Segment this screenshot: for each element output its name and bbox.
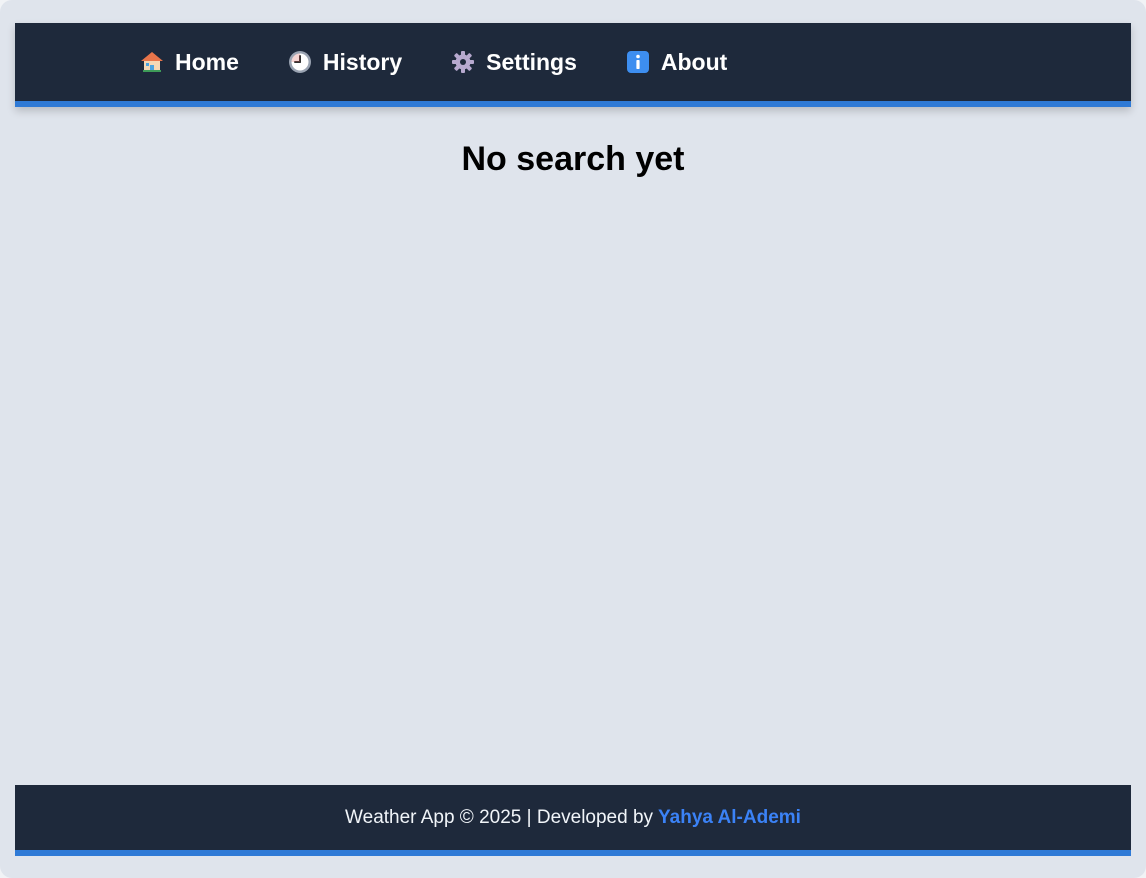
page-title: No search yet [461, 140, 685, 178]
nav-item-label: Settings [486, 48, 577, 75]
nav-item-history[interactable]: History [287, 49, 402, 76]
footer-text: Weather App © 2025 | Developed by [345, 806, 654, 828]
info-icon [625, 49, 651, 75]
author-link[interactable]: Yahya Al-Ademi [658, 807, 801, 829]
nav-list: Home History Settings About [139, 23, 775, 101]
nav-item-label: Home [175, 48, 239, 75]
clock-icon [287, 49, 313, 75]
app-window: Home History Settings About No search ye… [0, 0, 1146, 878]
house-icon [139, 49, 165, 75]
nav-item-label: History [322, 48, 403, 75]
top-navbar: Home History Settings About [15, 23, 1131, 107]
nav-item-settings[interactable]: Settings [450, 49, 577, 76]
nav-item-label: About [660, 48, 728, 75]
footer: Weather App © 2025 | Developed by Yahya … [15, 785, 1131, 856]
nav-item-about[interactable]: About [625, 49, 727, 76]
nav-item-home[interactable]: Home [139, 49, 239, 76]
gear-icon [450, 49, 476, 75]
